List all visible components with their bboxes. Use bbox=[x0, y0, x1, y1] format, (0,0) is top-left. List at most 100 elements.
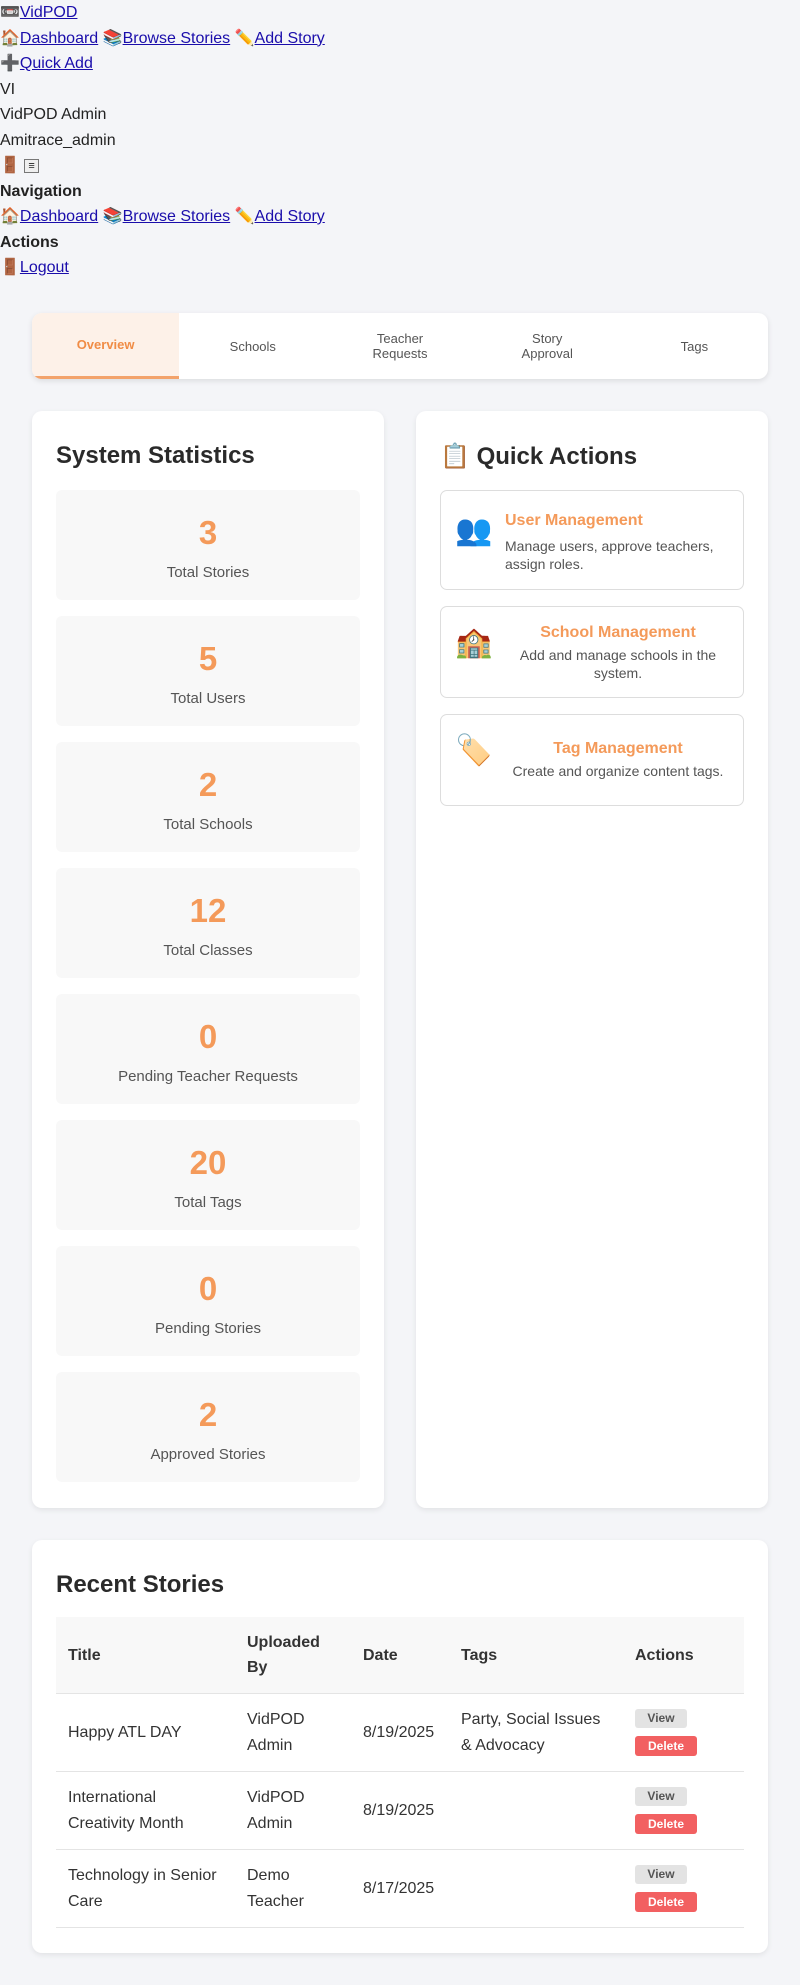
door-icon: 🚪 bbox=[0, 259, 20, 276]
quick-add-link[interactable]: Quick Add bbox=[20, 55, 93, 72]
nav-dashboard-link[interactable]: Dashboard bbox=[20, 30, 98, 47]
user-handle: Amitrace_admin bbox=[0, 131, 116, 149]
view-button[interactable]: View bbox=[635, 1865, 687, 1884]
stat-value: 20 bbox=[189, 1144, 227, 1181]
view-button[interactable]: View bbox=[635, 1787, 687, 1806]
quick-actions-card: 📋 Quick Actions 👥 User Management Manage… bbox=[416, 411, 768, 1508]
delete-button[interactable]: Delete bbox=[635, 1736, 697, 1756]
view-button[interactable]: View bbox=[635, 1709, 687, 1728]
stat-label: Approved Stories bbox=[150, 1446, 266, 1463]
tag-icon: 🏷️ bbox=[455, 734, 493, 767]
story-date: 8/19/2025 bbox=[351, 1693, 449, 1772]
stat-label: Pending Teacher Requests bbox=[118, 1068, 298, 1085]
stat-label: Total Users bbox=[170, 690, 246, 707]
user-management-action[interactable]: 👥 User Management Manage users, approve … bbox=[440, 490, 744, 590]
table-header-row: Title Uploaded By Date Tags Actions bbox=[56, 1617, 744, 1694]
column-header: Tags bbox=[449, 1617, 623, 1694]
home-icon: 🏠 bbox=[0, 29, 20, 47]
stat-value: 0 bbox=[198, 1270, 218, 1307]
school-management-action[interactable]: 🏫 School Management Add and manage schoo… bbox=[440, 606, 744, 698]
tab-overview[interactable]: Overview bbox=[32, 313, 180, 379]
action-description: Add and manage schools in the system. bbox=[519, 647, 717, 681]
nav-add-story-link[interactable]: Add Story bbox=[255, 30, 325, 47]
home-icon: 🏠 bbox=[0, 208, 20, 225]
stat-pending-teacher-requests: 0 Pending Teacher Requests bbox=[56, 994, 360, 1104]
stat-value: 2 bbox=[198, 766, 218, 803]
story-uploader: VidPOD Admin bbox=[235, 1771, 351, 1850]
story-tags bbox=[449, 1849, 623, 1928]
system-statistics-card: System Statistics 3 Total Stories 5 Tota… bbox=[32, 411, 384, 1508]
story-title: Happy ATL DAY bbox=[56, 1693, 235, 1772]
delete-button[interactable]: Delete bbox=[635, 1814, 697, 1834]
story-date: 8/19/2025 bbox=[351, 1771, 449, 1850]
stat-value: 3 bbox=[198, 514, 218, 551]
story-uploader: VidPOD Admin bbox=[235, 1693, 351, 1772]
brand-link[interactable]: VidPOD bbox=[20, 4, 78, 21]
stat-total-stories: 3 Total Stories bbox=[56, 490, 360, 600]
door-icon[interactable]: 🚪 bbox=[0, 153, 20, 179]
stat-value: 2 bbox=[198, 1396, 218, 1433]
story-date: 8/17/2025 bbox=[351, 1849, 449, 1928]
school-icon: 🏫 bbox=[455, 626, 493, 659]
stat-label: Pending Stories bbox=[155, 1320, 261, 1337]
tab-story-approval[interactable]: Story Approval bbox=[474, 313, 621, 379]
action-title: School Management bbox=[540, 624, 696, 641]
stat-total-tags: 20 Total Tags bbox=[56, 1120, 360, 1230]
story-actions: View Delete bbox=[623, 1849, 744, 1928]
column-header: Title bbox=[56, 1617, 235, 1694]
user-name: VidPOD Admin bbox=[0, 106, 107, 123]
action-title: Tag Management bbox=[553, 740, 683, 757]
story-tags: Party, Social Issues & Advocacy bbox=[449, 1693, 623, 1772]
story-title: International Creativity Month bbox=[56, 1771, 235, 1850]
stat-total-users: 5 Total Users bbox=[56, 616, 360, 726]
story-title: Technology in Senior Care bbox=[56, 1849, 235, 1928]
stat-pending-stories: 0 Pending Stories bbox=[56, 1246, 360, 1356]
pencil-icon: ✏️ bbox=[234, 29, 255, 47]
tag-management-action[interactable]: 🏷️ Tag Management Create and organize co… bbox=[440, 714, 744, 806]
tab-schools[interactable]: Schools bbox=[179, 313, 326, 379]
action-description: Create and organize content tags. bbox=[512, 763, 724, 779]
action-description: Manage users, approve teachers, assign r… bbox=[505, 538, 714, 572]
stat-value: 0 bbox=[198, 1018, 218, 1055]
stat-value: 12 bbox=[189, 892, 227, 929]
users-icon: 👥 bbox=[455, 514, 493, 547]
stat-total-classes: 12 Total Classes bbox=[56, 868, 360, 978]
stat-label: Total Classes bbox=[163, 942, 253, 959]
mobile-add-story-link[interactable]: Add Story bbox=[255, 208, 325, 225]
story-tags bbox=[449, 1771, 623, 1850]
column-header: Date bbox=[351, 1617, 449, 1694]
stat-total-schools: 2 Total Schools bbox=[56, 742, 360, 852]
stat-value: 5 bbox=[198, 640, 218, 677]
story-uploader: Demo Teacher bbox=[235, 1849, 351, 1928]
mobile-dashboard-link[interactable]: Dashboard bbox=[20, 208, 98, 225]
tab-teacher-requests[interactable]: Teacher Requests bbox=[326, 313, 473, 379]
tab-tags[interactable]: Tags bbox=[621, 313, 768, 379]
clipboard-icon: 📋 bbox=[440, 443, 470, 470]
quick-actions-title: 📋 Quick Actions bbox=[440, 442, 637, 471]
quick-actions-title-text: Quick Actions bbox=[476, 443, 638, 470]
navigation-heading: Navigation bbox=[0, 182, 82, 200]
plus-icon: ➕ bbox=[0, 55, 20, 72]
table-row: International Creativity Month VidPOD Ad… bbox=[56, 1771, 744, 1850]
action-title: User Management bbox=[505, 512, 643, 529]
table-row: Technology in Senior Care Demo Teacher 8… bbox=[56, 1849, 744, 1928]
logout-link[interactable]: Logout bbox=[20, 259, 69, 276]
delete-button[interactable]: Delete bbox=[635, 1892, 697, 1912]
actions-heading: Actions bbox=[0, 233, 59, 251]
nav-browse-stories-link[interactable]: Browse Stories bbox=[123, 30, 231, 47]
top-navigation: 📼VidPOD 🏠Dashboard 📚Browse Stories ✏️Add… bbox=[0, 0, 800, 281]
stat-label: Total Stories bbox=[166, 564, 250, 581]
avatar: VI bbox=[0, 80, 16, 98]
recent-stories-card: Recent Stories Title Uploaded By Date Ta… bbox=[32, 1540, 768, 1953]
column-header: Actions bbox=[623, 1617, 744, 1694]
column-header: Uploaded By bbox=[235, 1617, 351, 1694]
recent-stories-title: Recent Stories bbox=[56, 1571, 225, 1598]
stat-label: Total Tags bbox=[174, 1194, 242, 1211]
table-row: Happy ATL DAY VidPOD Admin 8/19/2025 Par… bbox=[56, 1693, 744, 1772]
menu-toggle-button[interactable]: ≡ bbox=[24, 158, 39, 173]
system-statistics-title: System Statistics bbox=[56, 442, 255, 469]
mobile-browse-stories-link[interactable]: Browse Stories bbox=[123, 208, 231, 225]
stat-approved-stories: 2 Approved Stories bbox=[56, 1372, 360, 1482]
books-icon: 📚 bbox=[102, 29, 123, 47]
books-icon: 📚 bbox=[102, 208, 123, 225]
